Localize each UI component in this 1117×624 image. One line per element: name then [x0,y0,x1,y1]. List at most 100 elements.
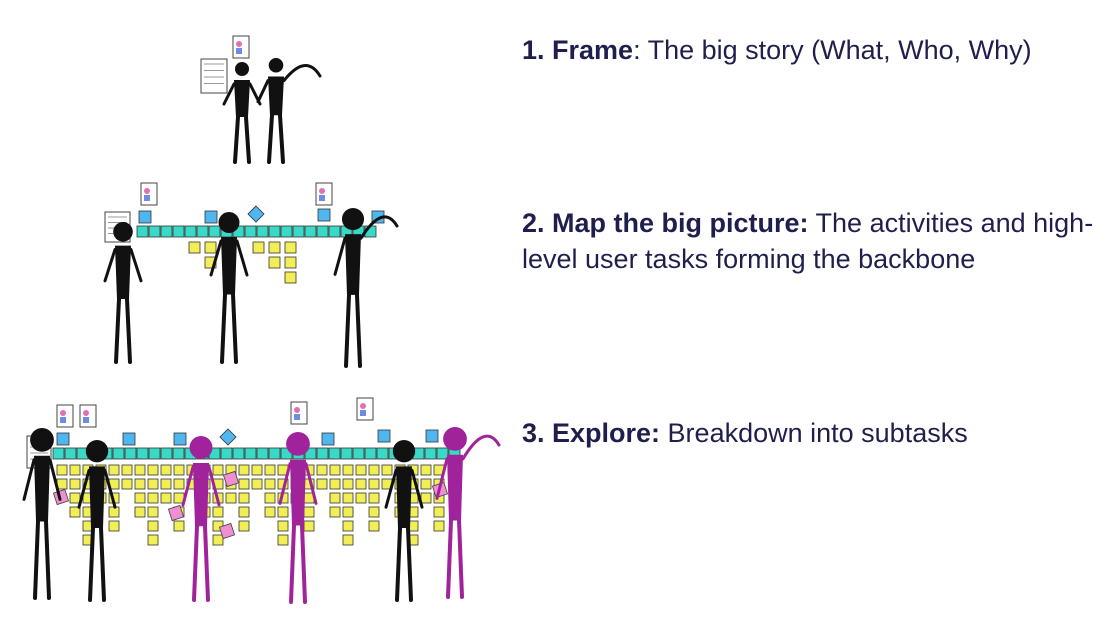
backbone-note [340,447,353,460]
stick-figure-leg [457,518,464,599]
persona-body [83,417,89,423]
persona-face [144,188,150,194]
backbone-note [304,225,317,238]
backbone-note [244,447,257,460]
activity-card [56,432,70,446]
activity-card [377,429,391,443]
activity-card [138,210,152,224]
stick-figure-leg [244,115,251,164]
task-note [121,478,133,490]
backbone-note [232,447,245,460]
stick-figure-leg [33,519,40,600]
persona-body [236,48,242,54]
stick-figure-body [221,237,237,295]
task-note [284,241,297,254]
persona-card [315,182,333,206]
stick-figure-leg [220,292,227,364]
task-note [284,256,297,269]
activity-card [122,432,136,446]
stick-figure-arm [282,64,322,83]
stick-figure-head [218,212,240,233]
stick-figure-head [113,222,133,242]
backbone-note [256,447,269,460]
task-note [134,506,146,518]
step-explore-text: Breakdown into subtasks [660,418,968,448]
step-frame-label: 1. Frame [522,35,634,65]
task-note [108,506,120,518]
backbone-note [160,447,173,460]
task-note [238,492,250,504]
task-note [303,520,315,532]
activity-card [204,210,218,224]
backbone-note [148,447,161,460]
task-note [204,241,217,254]
task-note [134,464,146,476]
persona-card [56,404,74,428]
stick-figure-leg [446,518,453,599]
task-note [264,478,276,490]
task-note [212,506,224,518]
stick-figure-body [34,455,50,522]
stick-figure-body [447,454,463,521]
persona-face [236,41,242,47]
task-note [147,506,159,518]
step-map-big-picture-label: 2. Map the big picture: [522,208,809,238]
persona-face [83,410,89,416]
activity-card [219,428,237,446]
backbone-note [52,447,65,460]
task-note [160,478,172,490]
task-note [188,241,201,254]
persona-body [294,414,300,420]
stick-figure-head [286,432,310,456]
stick-figure-leg [395,526,402,602]
backbone-note [424,447,437,460]
task-note [252,241,265,254]
task-note [368,464,380,476]
task-note [277,520,289,532]
step-map-big-picture: 2. Map the big picture: The activities a… [522,205,1112,277]
task-note [368,506,380,518]
task-note [160,492,172,504]
backbone-note [436,447,449,460]
task-note [268,256,281,269]
stick-figure-body [290,459,306,526]
task-note [284,271,297,284]
stick-figure-body [234,80,250,117]
pink-note [52,488,70,506]
stick-figure-body [396,466,412,528]
story-mapping-illustration [22,35,501,604]
stick-figure-body [268,76,284,116]
task-note [212,464,224,476]
task-note [121,464,133,476]
stick-figure-leg [233,115,240,164]
backbone-note [364,447,377,460]
activity-card [425,429,439,443]
step-explore-label: 3. Explore: [522,418,661,448]
activity-card [247,205,265,223]
backbone-note [112,447,125,460]
stick-figure-leg [300,523,307,604]
stick-figure-head [189,436,213,459]
stick-figure-leg [44,519,51,600]
stick-figure-head [443,427,467,451]
task-note [303,506,315,518]
persona-face [319,188,325,194]
task-note [264,464,276,476]
task-note [134,478,146,490]
task-note [69,478,81,490]
task-note [225,492,237,504]
persona-face [360,403,366,409]
stick-figure-arm [103,248,117,283]
stick-figure-arm [461,434,501,461]
task-note [329,492,341,504]
task-note [342,478,354,490]
backbone-note [136,447,149,460]
task-note [264,492,276,504]
persona-card [290,401,308,425]
task-note [238,478,250,490]
task-note [160,464,172,476]
persona-body [360,410,366,416]
task-note [173,478,185,490]
task-note [368,520,380,532]
task-note [329,478,341,490]
